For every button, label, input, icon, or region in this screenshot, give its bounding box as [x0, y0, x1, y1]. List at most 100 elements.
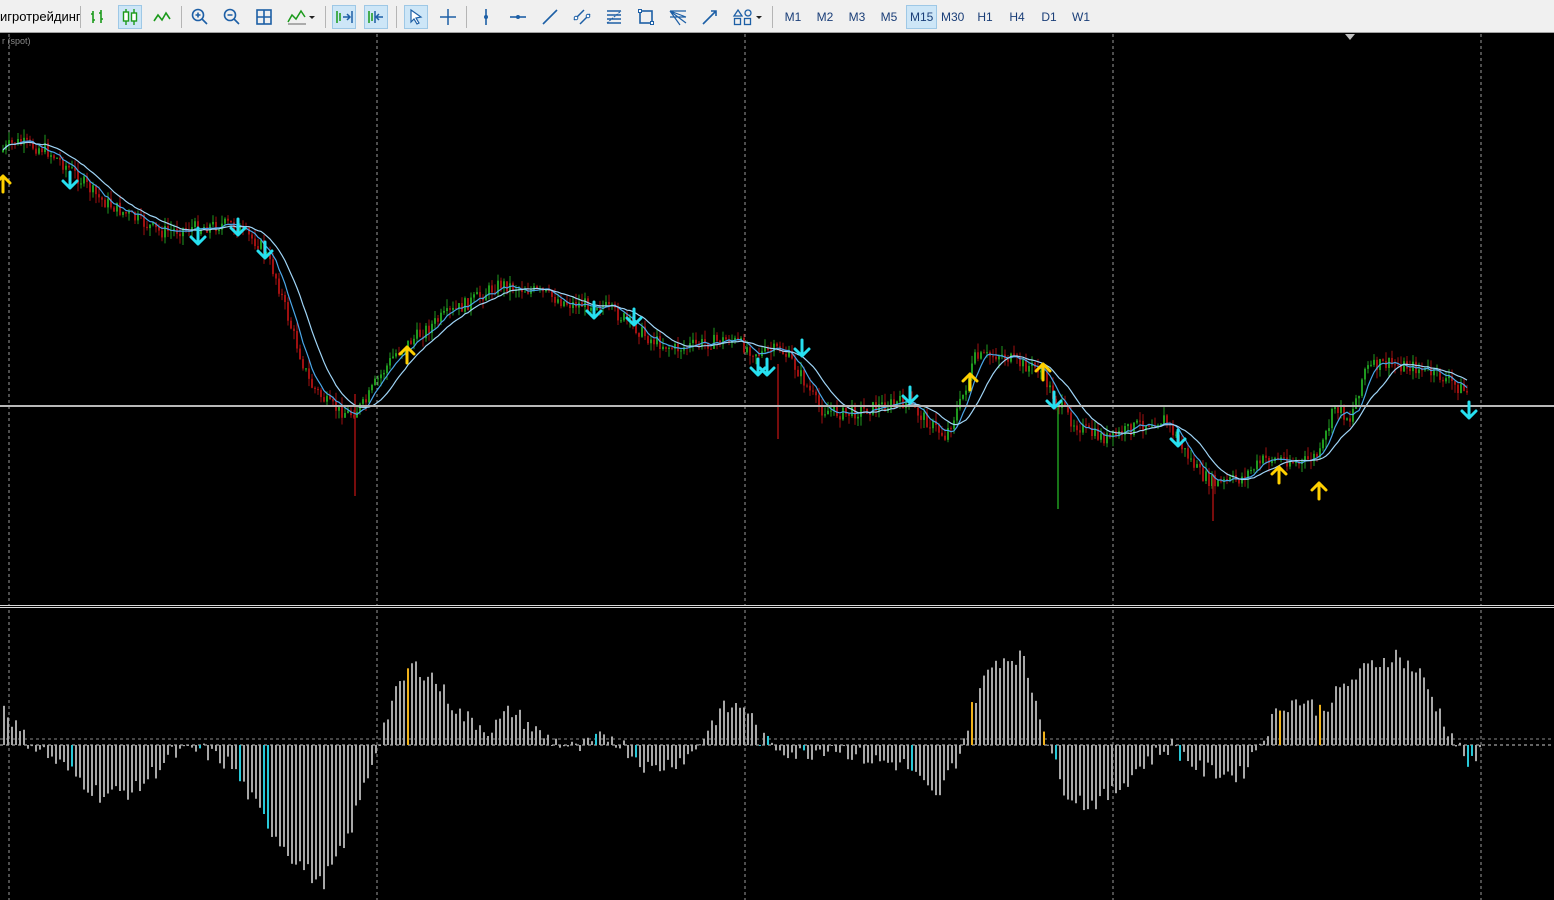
candle-body — [1205, 471, 1207, 482]
histogram-bar — [23, 729, 25, 745]
timeframe-w1[interactable]: W1 — [1068, 5, 1094, 29]
candle-body — [980, 352, 982, 359]
vertical-line-button[interactable] — [474, 5, 498, 29]
histogram-bar — [1067, 745, 1069, 800]
candle-body — [83, 176, 85, 184]
shapes-dropdown-button[interactable] — [730, 5, 766, 29]
histogram-bar — [7, 717, 9, 745]
histogram-bar — [851, 745, 853, 760]
histogram-bar — [747, 713, 749, 745]
horizontal-line-button[interactable] — [506, 5, 530, 29]
candle-body — [1304, 456, 1306, 460]
trendline-button[interactable] — [538, 5, 562, 29]
candle-body — [1253, 469, 1255, 471]
histogram-bar — [651, 745, 653, 766]
histogram-bar — [55, 745, 57, 764]
timeframe-m3[interactable]: M3 — [844, 5, 870, 29]
zoom-out-button[interactable] — [220, 5, 244, 29]
histogram-bar — [1251, 745, 1253, 753]
zoom-in-button[interactable] — [188, 5, 212, 29]
toolbar-separator — [466, 6, 467, 28]
candle-body — [278, 278, 280, 294]
histogram-bar — [811, 745, 813, 760]
candle-body — [56, 157, 58, 159]
candle-body — [749, 347, 751, 356]
candle-body — [1445, 378, 1447, 382]
candle-body — [1334, 407, 1336, 409]
histogram-bar — [699, 744, 701, 746]
candle-body — [1457, 384, 1459, 394]
tile-windows-button[interactable] — [252, 5, 276, 29]
timeframe-m30[interactable]: M30 — [938, 5, 967, 29]
histogram-bar — [1231, 745, 1233, 776]
fast-moving-average-line — [2, 140, 1468, 482]
timeframe-m5[interactable]: M5 — [876, 5, 902, 29]
chart-shift-marker[interactable] — [1345, 34, 1355, 40]
histogram-bar — [619, 745, 621, 749]
timeframe-m15[interactable]: M15 — [906, 5, 938, 29]
histogram-bar — [555, 738, 557, 745]
histogram-bar — [1159, 745, 1161, 755]
candle-body — [227, 218, 229, 221]
histogram-bar — [1439, 708, 1441, 745]
cursor-button[interactable] — [404, 5, 428, 29]
candle-body — [1262, 455, 1264, 464]
timeframe-h4[interactable]: H4 — [1004, 5, 1030, 29]
timeframe-d1[interactable]: D1 — [1036, 5, 1062, 29]
indicators-dropdown-button[interactable] — [284, 5, 318, 29]
histogram-bar — [1211, 745, 1213, 766]
histogram-bar — [603, 734, 605, 745]
histogram-bar — [1143, 745, 1145, 769]
candle-body — [1361, 379, 1363, 396]
gann-fan-button[interactable] — [666, 5, 690, 29]
price-chart[interactable]: r (spot) — [0, 34, 1554, 900]
line-chart-button[interactable] — [150, 5, 174, 29]
candle-body — [860, 406, 862, 417]
histogram-bar — [951, 745, 953, 764]
histogram-bar — [483, 732, 485, 745]
candle-body — [128, 211, 130, 214]
histogram-bar — [1423, 677, 1425, 745]
candle-body — [38, 148, 40, 154]
candle-body — [500, 280, 502, 289]
timeframe-h1[interactable]: H1 — [972, 5, 998, 29]
auto-scroll-button[interactable] — [332, 5, 356, 29]
candle-body — [944, 435, 946, 440]
histogram-bar — [435, 683, 437, 745]
bar-chart-button[interactable] — [86, 5, 110, 29]
histogram-bar — [167, 745, 169, 755]
candle-body — [101, 197, 103, 200]
histogram-bar — [883, 745, 885, 761]
histogram-bar — [1239, 745, 1241, 767]
histogram-bar — [267, 745, 269, 829]
timeframe-m2[interactable]: M2 — [812, 5, 838, 29]
histogram-bar — [331, 745, 333, 865]
chart-window[interactable]: r (spot) — [0, 34, 1554, 900]
candle-body — [389, 358, 391, 366]
histogram-bar — [887, 745, 889, 763]
candle-body — [662, 346, 664, 350]
histogram-bar — [1043, 731, 1045, 745]
crosshair-button[interactable] — [436, 5, 460, 29]
candlestick-chart-button[interactable] — [118, 5, 142, 29]
candle-body — [272, 259, 274, 275]
candle-body — [932, 420, 934, 429]
candle-body — [1184, 448, 1186, 450]
timeframe-m1[interactable]: M1 — [780, 5, 806, 29]
chart-shift-button[interactable] — [364, 5, 388, 29]
histogram-bar — [239, 745, 241, 782]
rectangle-button[interactable] — [634, 5, 658, 29]
histogram-bar — [127, 745, 129, 800]
candle-body — [410, 340, 412, 345]
histogram-bar — [835, 745, 837, 752]
fibonacci-button[interactable] — [602, 5, 626, 29]
histogram-bar — [1379, 667, 1381, 745]
equidistant-channel-button[interactable] — [570, 5, 594, 29]
histogram-bar — [995, 660, 997, 745]
histogram-bar — [1339, 687, 1341, 745]
buy-arrow-icon — [1310, 481, 1328, 501]
arrow-line-button[interactable] — [698, 5, 722, 29]
candle-body — [308, 368, 310, 379]
candle-body — [113, 207, 115, 212]
histogram-bar — [831, 745, 833, 746]
